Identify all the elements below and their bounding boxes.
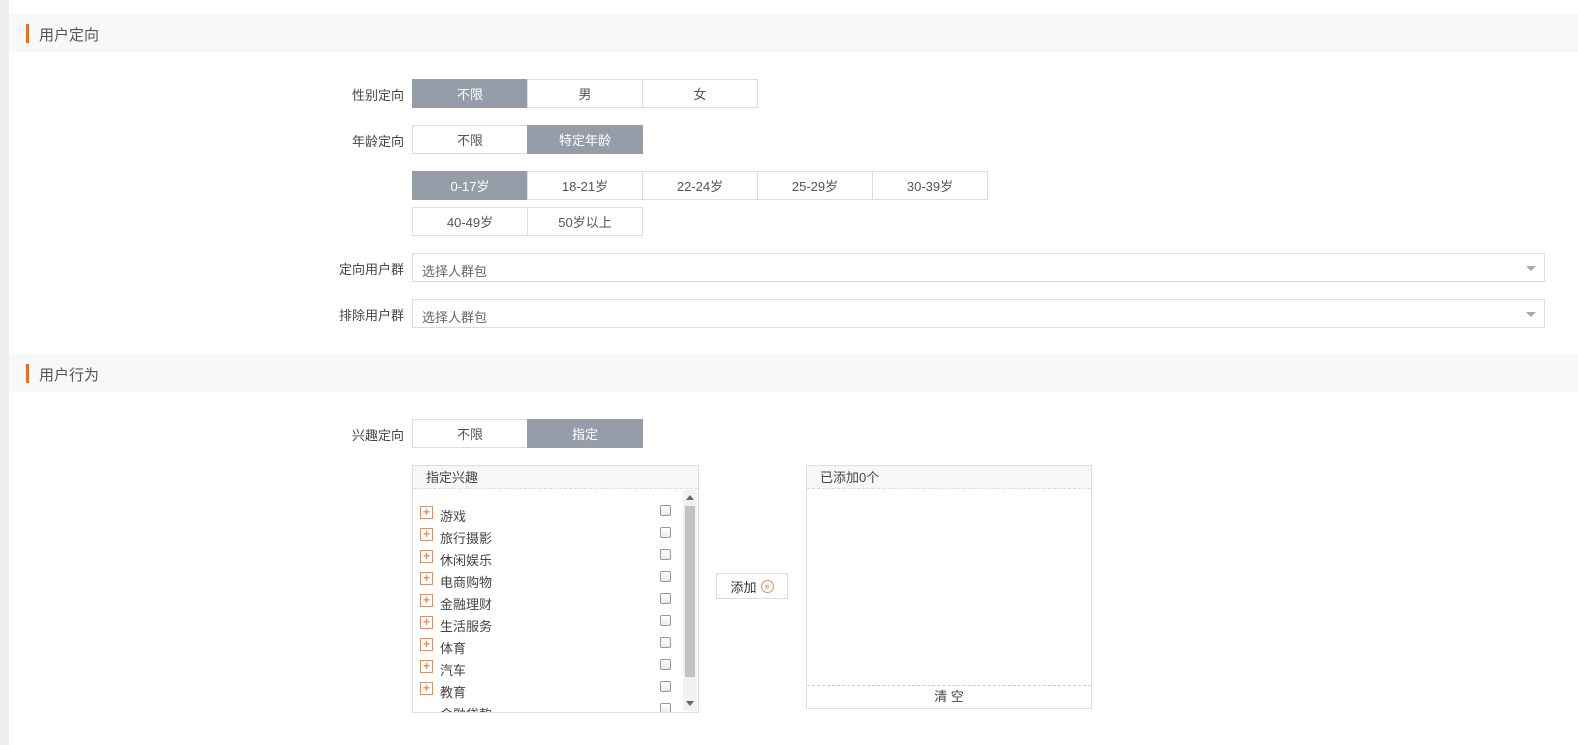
age-range-option[interactable]: 30-39岁 [872,171,988,200]
gender-option-female[interactable]: 女 [642,79,758,108]
plus-icon[interactable]: + [420,616,433,629]
plus-icon[interactable]: + [420,682,433,695]
interest-item-label: 教育 [440,685,467,700]
scrollbar-thumb[interactable] [685,506,695,677]
age-range-row-2: 40-49岁 50岁以上 [412,207,643,236]
interest-item[interactable]: + 教育 [420,681,671,703]
interest-checkbox[interactable] [660,659,671,670]
interest-checkbox[interactable] [660,615,671,626]
plus-icon[interactable]: + [420,572,433,585]
interest-item[interactable]: + 金融理财 [420,593,671,615]
interest-item[interactable]: + 休闲娱乐 [420,549,671,571]
interest-segmented: 不限 指定 [412,419,643,448]
scroll-down-icon[interactable] [686,701,694,706]
target-group-select[interactable]: 选择人群包 [412,253,1545,282]
added-panel-title: 已添加0个 [807,466,1091,489]
gender-option-unlimited[interactable]: 不限 [412,79,528,108]
age-range-option[interactable]: 22-24岁 [642,171,758,200]
target-group-label: 定向用户群 [338,262,404,277]
age-range-option[interactable]: 50岁以上 [527,207,643,236]
plus-icon[interactable]: + [420,660,433,673]
section-title: 用户定向 [39,27,100,44]
added-panel: 已添加0个 清 空 [806,465,1092,709]
interest-option-specified[interactable]: 指定 [527,419,643,448]
exclude-group-placeholder: 选择人群包 [422,310,488,325]
age-range-option[interactable]: 25-29岁 [757,171,873,200]
interest-checkbox[interactable] [660,681,671,692]
exclude-group-select[interactable]: 选择人群包 [412,299,1545,328]
interest-checkbox[interactable] [660,527,671,538]
scrollbar[interactable] [683,490,697,711]
exclude-group-label: 排除用户群 [338,308,404,323]
interest-item-label: 休闲娱乐 [440,553,493,568]
interest-item[interactable]: + 体育 [420,637,671,659]
plus-icon[interactable]: + [420,528,433,541]
interest-item-label: 电商购物 [440,575,493,590]
interest-item-label: 金融贷款 [440,704,492,712]
interest-item[interactable]: 金融贷款 [420,703,671,712]
age-range-row-1: 0-17岁 18-21岁 22-24岁 25-29岁 30-39岁 [412,171,988,200]
interest-checkbox[interactable] [660,703,671,712]
plus-icon[interactable]: + [420,594,433,607]
section-header-user-behavior: 用户行为 [9,354,1578,392]
interest-checkbox[interactable] [660,593,671,604]
interest-checkbox[interactable] [660,549,671,560]
interest-item[interactable]: + 电商购物 [420,571,671,593]
interest-item[interactable]: + 生活服务 [420,615,671,637]
gender-label: 性别定向 [351,88,404,103]
age-range-option[interactable]: 0-17岁 [412,171,528,200]
interest-item-label: 生活服务 [440,619,493,634]
interest-checkbox[interactable] [660,505,671,516]
plus-icon[interactable]: + [420,506,433,519]
interest-item[interactable]: + 游戏 [420,505,671,527]
add-button-label: 添加 [730,579,757,595]
interest-panel-title: 指定兴趣 [413,466,698,489]
section-header-user-targeting: 用户定向 [9,14,1578,52]
age-option-specific[interactable]: 特定年龄 [527,125,643,154]
plus-icon[interactable]: + [420,550,433,563]
interest-tree-panel: 指定兴趣 + 游戏 + 旅行摄影 + 休闲娱乐 + 电商购物 + 金融理财 + … [412,465,699,713]
interest-item[interactable]: + 旅行摄影 [420,527,671,549]
chevron-down-icon [1526,312,1536,317]
interest-checkbox[interactable] [660,571,671,582]
interest-item-label: 旅行摄影 [440,531,493,546]
gender-option-male[interactable]: 男 [527,79,643,108]
age-segmented: 不限 特定年龄 [412,125,643,154]
age-range-option[interactable]: 18-21岁 [527,171,643,200]
age-label: 年龄定向 [351,134,404,149]
interest-item-label: 游戏 [440,509,467,524]
interest-item[interactable]: + 汽车 [420,659,671,681]
accent-bar [26,24,29,43]
interest-item-label: 金融理财 [440,597,493,612]
left-strip [0,0,9,745]
interest-checkbox[interactable] [660,637,671,648]
scroll-up-icon[interactable] [686,495,694,500]
chevron-down-icon [1526,266,1536,271]
section-title: 用户行为 [39,367,100,384]
accent-bar [26,364,29,383]
age-option-unlimited[interactable]: 不限 [412,125,528,154]
chevron-right-circle-icon: » [760,579,774,593]
age-range-option[interactable]: 40-49岁 [412,207,528,236]
interest-item-label: 汽车 [440,663,467,678]
interest-label: 兴趣定向 [351,428,404,443]
interest-option-unlimited[interactable]: 不限 [412,419,528,448]
gender-segmented: 不限 男 女 [412,79,758,108]
target-group-placeholder: 选择人群包 [422,264,488,279]
plus-icon[interactable]: + [420,638,433,651]
clear-button[interactable]: 清 空 [807,685,1091,708]
interest-item-label: 体育 [440,641,467,656]
add-button[interactable]: 添加 » [716,573,788,599]
